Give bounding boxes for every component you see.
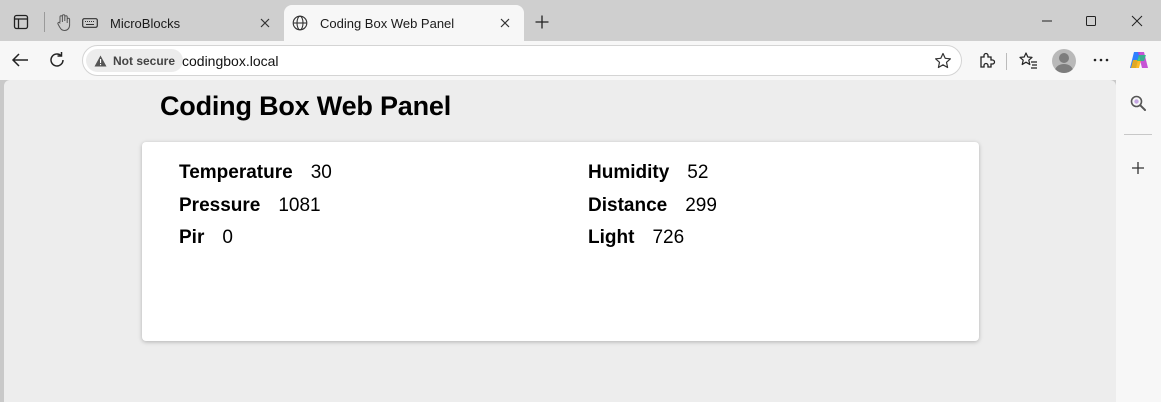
sidebar-divider <box>1124 134 1152 135</box>
sensor-value: 726 <box>652 227 685 248</box>
tab-actions-icon[interactable] <box>6 8 36 36</box>
refresh-icon[interactable] <box>42 45 72 75</box>
sensor-distance: Distance 299 <box>588 195 717 217</box>
close-tab-icon[interactable] <box>256 14 274 32</box>
sensor-humidity: Humidity 52 <box>588 162 708 184</box>
sensor-label: Distance <box>588 195 668 216</box>
sensor-light: Light 726 <box>588 227 684 249</box>
tab-divider <box>44 12 45 32</box>
add-icon[interactable] <box>1124 154 1152 182</box>
toolbar-divider <box>1006 53 1007 70</box>
star-icon[interactable] <box>933 51 953 71</box>
sensor-label: Humidity <box>588 162 670 183</box>
security-label: Not secure <box>113 53 176 68</box>
sensor-pressure: Pressure 1081 <box>179 195 321 217</box>
page-title: Coding Box Web Panel <box>160 91 452 121</box>
url-text[interactable]: codingbox.local <box>182 53 279 69</box>
globe-icon <box>292 15 308 31</box>
browser-toolbar: Not secure codingbox.local <box>0 41 1161 80</box>
hand-icon <box>56 14 72 32</box>
address-bar[interactable]: Not secure codingbox.local <box>82 45 962 76</box>
close-tab-icon[interactable] <box>496 14 514 32</box>
warning-icon <box>94 55 107 67</box>
window-close-icon[interactable] <box>1122 6 1152 36</box>
maximize-icon[interactable] <box>1076 6 1106 36</box>
extensions-icon[interactable] <box>972 45 1002 75</box>
security-badge[interactable]: Not secure <box>86 49 184 72</box>
sensor-temperature: Temperature 30 <box>179 162 332 184</box>
new-tab-icon[interactable] <box>528 8 556 36</box>
tab-strip: MicroBlocks Coding Box Web Panel <box>0 0 1161 41</box>
keyboard-icon <box>82 15 98 31</box>
page-viewport: Coding Box Web Panel Temperature 30 Humi… <box>4 80 1116 402</box>
favorites-icon[interactable] <box>1013 45 1043 75</box>
sensor-value: 52 <box>687 162 709 183</box>
sensor-label: Temperature <box>179 162 293 183</box>
sensor-pir: Pir 0 <box>179 227 233 249</box>
sensor-value: 30 <box>310 162 332 183</box>
profile-avatar[interactable] <box>1052 49 1076 73</box>
back-icon[interactable] <box>5 45 35 75</box>
tab-title: Coding Box Web Panel <box>320 15 455 31</box>
sensor-value: 299 <box>685 195 717 216</box>
tab-microblocks[interactable]: MicroBlocks <box>48 5 284 41</box>
search-icon[interactable] <box>1124 89 1152 117</box>
copilot-icon[interactable] <box>1124 45 1154 75</box>
tab-title: MicroBlocks <box>110 15 181 31</box>
sensor-value: 1081 <box>278 195 321 216</box>
sensor-label: Light <box>588 227 635 248</box>
sensor-value: 0 <box>222 227 233 248</box>
browser-sidebar <box>1116 80 1161 402</box>
sensor-panel: Temperature 30 Humidity 52 Pressure 1081… <box>142 142 979 341</box>
minimize-icon[interactable] <box>1032 6 1062 36</box>
more-options-icon[interactable] <box>1086 45 1116 75</box>
sensor-label: Pressure <box>179 195 261 216</box>
sensor-label: Pir <box>179 227 205 248</box>
tab-coding-box[interactable]: Coding Box Web Panel <box>284 5 524 41</box>
